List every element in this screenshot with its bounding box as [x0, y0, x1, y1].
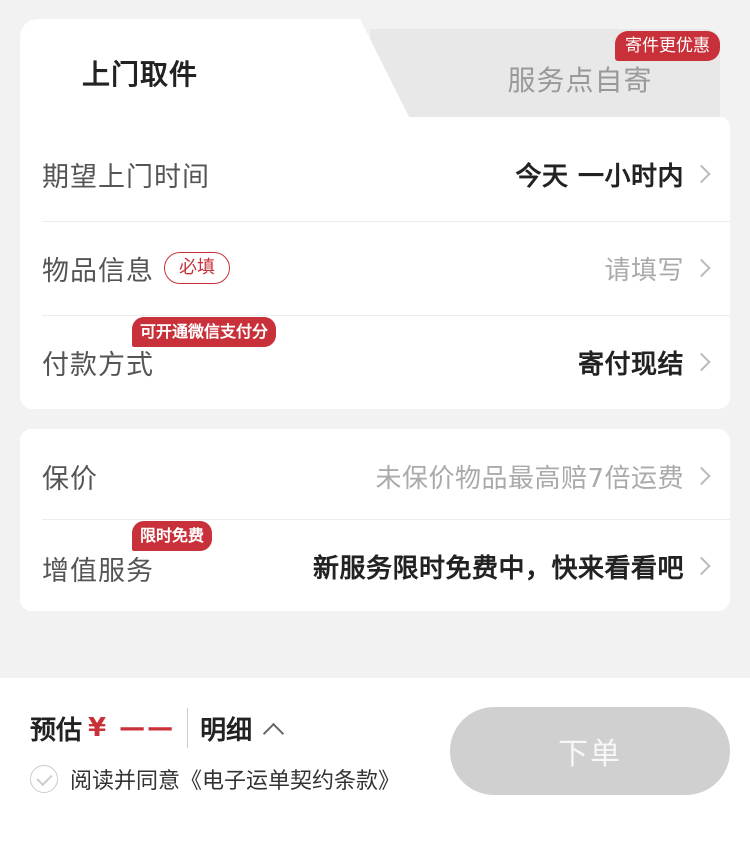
pickup-time-label: 期望上门时间 [42, 161, 210, 193]
service-options-card: 保价 未保价物品最高赔7倍运费 增值服务 限时免费 新服务限时免费中，快来看看吧 [20, 429, 730, 611]
place-order-button[interactable]: 下单 [450, 707, 730, 795]
chevron-right-icon [692, 352, 711, 372]
insurance-row[interactable]: 保价 未保价物品最高赔7倍运费 [20, 429, 730, 523]
payment-method-row[interactable]: 付款方式 可开通微信支付分 寄付现结 [20, 315, 730, 409]
price-estimate: 预估 ¥ —— 明细 [30, 706, 285, 750]
tab-self-drop-off-label[interactable]: 服务点自寄 [480, 59, 680, 99]
item-info-value: 请填写 [604, 255, 684, 286]
price-detail-toggle[interactable]: 明细 [200, 710, 252, 747]
pickup-time-row[interactable]: 期望上门时间 今天 一小时内 [20, 127, 730, 221]
value-added-service-label: 增值服务 [42, 556, 154, 587]
chevron-right-icon [692, 258, 711, 278]
discount-badge: 寄件更优惠 [615, 31, 720, 61]
value-added-service-row[interactable]: 增值服务 限时免费 新服务限时免费中，快来看看吧 [20, 519, 730, 613]
chevron-right-icon [692, 164, 711, 184]
payment-method-value: 寄付现结 [577, 349, 684, 380]
estimate-label: 预估 [30, 715, 83, 746]
agreement-terms-link[interactable]: 阅读并同意《电子运单契约条款》 [70, 763, 400, 795]
item-info-label: 物品信息 [42, 255, 154, 287]
tab-door-pickup-label: 上门取件 [81, 58, 198, 91]
item-info-row[interactable]: 物品信息 必填 请填写 [20, 221, 730, 315]
pickup-info-card: 期望上门时间 今天 一小时内 物品信息 必填 请填写 付款方式 可开通微信支付分… [20, 117, 730, 409]
delivery-mode-tabs: 上门取件 服务点自寄 寄件更优惠 [20, 19, 720, 119]
chevron-right-icon [692, 556, 711, 576]
insurance-label: 保价 [42, 463, 98, 495]
chevron-up-icon[interactable] [263, 722, 285, 744]
check-circle-icon[interactable] [30, 765, 58, 793]
limited-free-promo-tag: 限时免费 [132, 521, 213, 551]
required-tag: 必填 [164, 252, 230, 284]
value-added-service-value: 新服务限时免费中，快来看看吧 [312, 553, 684, 584]
insurance-value: 未保价物品最高赔7倍运费 [375, 463, 684, 494]
chevron-right-icon [692, 466, 711, 486]
order-bottom-bar: 预估 ¥ —— 明细 阅读并同意《电子运单契约条款》 下单 [0, 678, 750, 853]
estimated-price: ¥ —— [88, 713, 176, 743]
wechat-pay-promo-tag: 可开通微信支付分 [132, 317, 277, 347]
payment-method-label: 付款方式 [42, 350, 154, 381]
agreement: 阅读并同意《电子运单契约条款》 [30, 764, 400, 794]
pickup-time-value: 今天 一小时内 [515, 161, 684, 192]
divider [187, 708, 189, 748]
